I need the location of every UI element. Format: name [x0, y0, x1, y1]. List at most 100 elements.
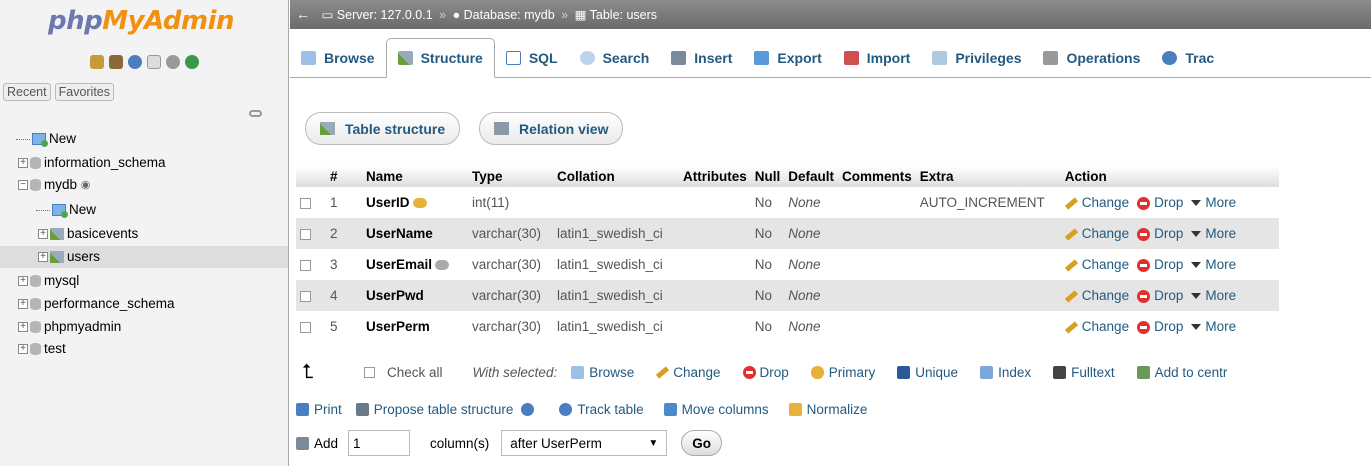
check-all[interactable]: Check all	[364, 365, 443, 380]
breadcrumb-table[interactable]: ▦ Table: users	[575, 8, 657, 22]
drop-link[interactable]: Drop	[1137, 288, 1183, 303]
breadcrumb-server[interactable]: ▭ Server: 127.0.0.1	[321, 8, 432, 22]
tab-insert[interactable]: Insert	[660, 38, 744, 77]
breadcrumb-database[interactable]: ● Database: mydb	[453, 8, 555, 22]
bulk-drop-button[interactable]: Drop	[742, 365, 789, 380]
track-table-link[interactable]: Track table	[559, 402, 644, 417]
tree-item-phpmyadmin[interactable]: + phpmyadmin	[18, 316, 121, 338]
expand-icon[interactable]: +	[18, 158, 28, 169]
expand-icon[interactable]: +	[38, 252, 48, 263]
check-all-checkbox[interactable]	[364, 366, 375, 378]
change-link[interactable]: Change	[1064, 195, 1129, 210]
tree-item-new-table[interactable]: New	[36, 199, 96, 221]
link-with-main-icon[interactable]	[249, 110, 262, 117]
docs-icon[interactable]	[147, 55, 161, 69]
cell-actions: Change Drop More	[1060, 218, 1279, 249]
header-type[interactable]: Type	[468, 166, 553, 187]
bulk-unique-button[interactable]: Unique	[897, 365, 958, 380]
column-position-select[interactable]: after UserPerm ▼	[501, 430, 668, 456]
reload-icon[interactable]	[185, 55, 199, 69]
propose-structure-link[interactable]: Propose table structure	[355, 402, 540, 417]
cell-number: 2	[326, 218, 362, 249]
tree-item-users[interactable]: + users	[0, 246, 288, 268]
back-arrow-icon[interactable]: ←	[296, 0, 312, 29]
logout-icon[interactable]	[109, 55, 123, 69]
eye-icon[interactable]: ◉	[81, 179, 91, 191]
header-null[interactable]: Null	[750, 166, 785, 187]
tab-privileges[interactable]: Privileges	[921, 38, 1033, 77]
table-row: 1 UserID int(11) No None AUTO_INCREMENT Change…	[296, 187, 1279, 218]
recent-tab[interactable]: Recent	[3, 83, 51, 101]
expand-icon[interactable]: +	[38, 229, 48, 240]
change-link[interactable]: Change	[1064, 319, 1129, 334]
print-link[interactable]: Print	[296, 402, 342, 417]
tab-export[interactable]: Export	[743, 38, 833, 77]
tab-browse[interactable]: Browse	[290, 38, 386, 77]
row-checkbox[interactable]	[300, 197, 311, 209]
bulk-index-button[interactable]: Index	[980, 365, 1031, 380]
row-checkbox[interactable]	[300, 228, 311, 240]
column-count-input[interactable]	[348, 430, 411, 456]
cell-number: 5	[330, 319, 338, 334]
new-icon	[52, 204, 68, 219]
bulk-browse-button[interactable]: Browse	[571, 365, 634, 380]
home-icon[interactable]	[90, 55, 104, 69]
tree-item-test[interactable]: + test	[18, 338, 66, 360]
tree-item-information-schema[interactable]: + information_schema	[18, 152, 166, 174]
change-link[interactable]: Change	[1064, 226, 1129, 241]
relation-view-button[interactable]: Relation view	[479, 112, 624, 145]
drop-link[interactable]: Drop	[1137, 257, 1183, 272]
normalize-link[interactable]: Normalize	[788, 402, 867, 417]
cell-default: None	[784, 280, 839, 311]
go-button[interactable]: Go	[681, 430, 723, 456]
table-row: 2 UserName varchar(30) latin1_swedish_ci No N…	[296, 218, 1279, 249]
tree-item-new-db[interactable]: New	[16, 128, 76, 150]
more-dropdown[interactable]: More	[1191, 288, 1236, 303]
bulk-primary-button[interactable]: Primary	[810, 365, 875, 380]
table-structure-button[interactable]: Table structure	[305, 112, 461, 145]
bulk-add-central-button[interactable]: Add to centr	[1136, 365, 1227, 380]
header-extra[interactable]: Extra	[915, 166, 1061, 187]
help-icon[interactable]	[521, 403, 535, 416]
change-link[interactable]: Change	[1064, 257, 1129, 272]
tab-sql[interactable]: SQL	[494, 38, 569, 77]
header-attributes[interactable]: Attributes	[679, 166, 751, 187]
tab-tracking[interactable]: Trac	[1151, 38, 1226, 77]
expand-icon[interactable]: +	[18, 344, 28, 355]
help-icon[interactable]	[128, 55, 142, 69]
tree-item-performance-schema[interactable]: + performance_schema	[18, 293, 175, 315]
expand-icon[interactable]: +	[18, 299, 28, 310]
tab-search[interactable]: Search	[568, 38, 661, 77]
tab-operations[interactable]: Operations	[1032, 38, 1152, 77]
drop-link[interactable]: Drop	[1137, 226, 1183, 241]
header-comments[interactable]: Comments	[838, 166, 916, 187]
drop-link[interactable]: Drop	[1137, 319, 1183, 334]
change-link[interactable]: Change	[1064, 288, 1129, 303]
table-row: 5 UserPerm varchar(30) latin1_swedish_ci No N…	[296, 311, 1279, 342]
more-dropdown[interactable]: More	[1191, 195, 1236, 210]
collapse-icon[interactable]: −	[18, 180, 28, 191]
tree-item-mydb[interactable]: − mydb ◉	[18, 174, 90, 196]
bulk-change-button[interactable]: Change	[656, 365, 721, 380]
tab-import[interactable]: Import	[832, 38, 922, 77]
more-dropdown[interactable]: More	[1191, 226, 1236, 241]
favorites-tab[interactable]: Favorites	[54, 83, 115, 101]
tab-structure[interactable]: Structure	[385, 38, 495, 78]
header-name[interactable]: Name	[362, 166, 468, 187]
header-collation[interactable]: Collation	[553, 166, 679, 187]
row-checkbox[interactable]	[300, 290, 311, 302]
expand-icon[interactable]: +	[18, 276, 28, 287]
tree-item-basicevents[interactable]: + basicevents	[38, 223, 138, 245]
row-checkbox[interactable]	[300, 259, 311, 271]
bulk-fulltext-button[interactable]: Fulltext	[1053, 365, 1115, 380]
settings-icon[interactable]	[166, 55, 180, 69]
expand-icon[interactable]: +	[18, 322, 28, 333]
more-dropdown[interactable]: More	[1191, 319, 1236, 334]
more-dropdown[interactable]: More	[1191, 257, 1236, 272]
tree-item-mysql[interactable]: + mysql	[18, 270, 79, 292]
row-checkbox[interactable]	[300, 321, 311, 333]
header-default[interactable]: Default	[784, 166, 839, 187]
drop-link[interactable]: Drop	[1137, 195, 1183, 210]
move-columns-link[interactable]: Move columns	[663, 402, 769, 417]
phpmyadmin-logo[interactable]: phpMyAdmin	[48, 6, 235, 36]
